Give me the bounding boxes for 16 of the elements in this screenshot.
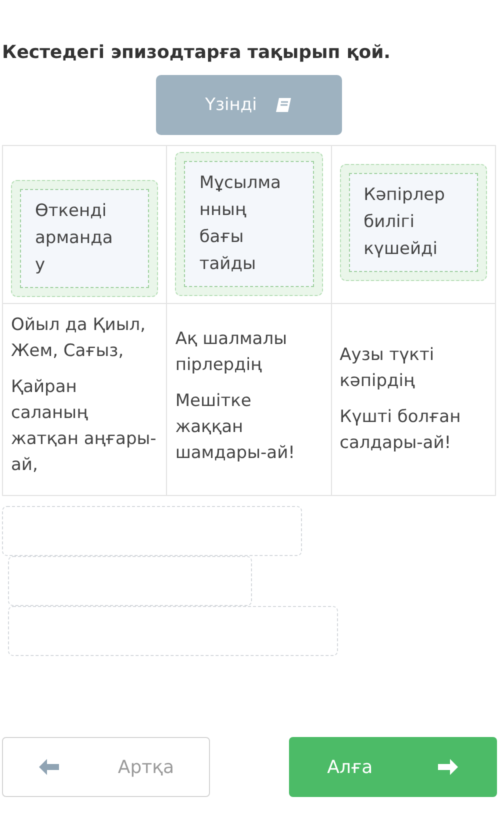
instruction-text: Кестедегі эпизодтарға тақырып қой. bbox=[2, 42, 392, 63]
poem-stanza: Аузы түкті кәпірдің bbox=[340, 344, 436, 393]
book-icon bbox=[274, 97, 293, 113]
poem-stanza: Күшті болған салдары-ай! bbox=[340, 406, 462, 455]
topic-card[interactable]: Өткенді армандау bbox=[11, 180, 158, 297]
topic-card[interactable]: Кәпірлер билігі күшейді bbox=[340, 164, 487, 281]
poem-stanza: Мешітке жаққан шамдары-ай! bbox=[175, 390, 296, 465]
answer-slot[interactable] bbox=[8, 556, 252, 606]
poem-stanza: Қайран саланың жатқан аңғары-ай, bbox=[11, 376, 158, 477]
poem-stanza: Ойыл да Қиыл, Жем, Сағыз, bbox=[11, 314, 147, 363]
topic-card[interactable]: Мұсылманның бағы тайды bbox=[175, 152, 323, 296]
poem-stanza: Ақ шалмалы пірлердің bbox=[175, 328, 288, 377]
answer-slot[interactable] bbox=[8, 606, 338, 656]
right-arrow-icon bbox=[436, 758, 459, 776]
left-arrow-icon bbox=[38, 758, 60, 776]
answer-slot[interactable] bbox=[2, 506, 302, 556]
